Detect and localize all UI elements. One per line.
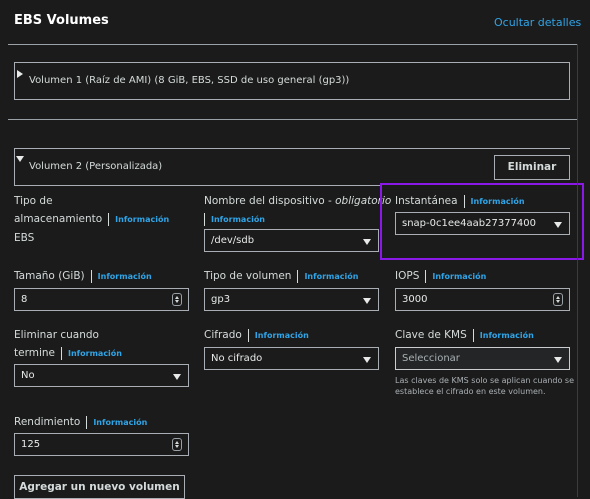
size-label: Tamaño (GiB): [14, 270, 85, 282]
delete-on-termination-select[interactable]: No: [14, 364, 189, 387]
hide-details-link[interactable]: Ocultar detalles: [494, 16, 581, 29]
iops-input[interactable]: 3000: [395, 288, 570, 311]
encrypted-label: Cifrado: [204, 329, 242, 341]
snapshot-select[interactable]: snap-0c1ee4aab27377400: [395, 212, 570, 235]
section-title: EBS Volumes: [14, 13, 109, 28]
storage-type-label-line1: Tipo de: [14, 195, 53, 207]
size-label-group: Tamaño (GiB) Información: [14, 267, 152, 286]
label-separator: [425, 269, 427, 283]
dropdown-caret-icon: [554, 357, 562, 363]
kms-key-hint: Las claves de KMS solo se aplican cuando…: [395, 376, 575, 396]
storage-type-label-line2: almacenamiento: [14, 213, 103, 225]
dropdown-caret-icon: [363, 357, 371, 363]
device-name-label: Nombre del dispositivo -: [204, 195, 336, 207]
volume-2-label: Volumen 2 (Personalizada): [29, 161, 163, 172]
volume-2-bottom-border: [14, 185, 380, 186]
delete-on-termination-label-group: Eliminar cuando termine Información: [14, 326, 194, 363]
label-separator: [204, 212, 205, 226]
dropdown-caret-icon: [363, 298, 371, 304]
caret-right-icon[interactable]: [17, 70, 23, 78]
device-name-value: /dev/sdb: [211, 235, 255, 246]
encrypted-value: No cifrado: [211, 353, 263, 364]
volume-1-panel[interactable]: Volumen 1 (Raíz de AMI) (8 GiB, EBS, SSD…: [14, 62, 570, 100]
dropdown-caret-icon: [554, 222, 562, 228]
encrypted-select[interactable]: No cifrado: [204, 347, 379, 370]
kms-key-info-link[interactable]: Información: [480, 331, 534, 340]
encrypted-label-group: Cifrado Información: [204, 326, 309, 345]
iops-value: 3000: [402, 294, 428, 305]
label-separator: [297, 269, 299, 283]
throughput-label: Rendimiento: [14, 416, 81, 428]
snapshot-label-group: Instantánea Información: [395, 192, 525, 211]
caret-down-icon[interactable]: [16, 156, 24, 162]
delete-on-termination-label-line2: termine: [14, 347, 55, 359]
iops-label-group: IOPS Información: [395, 267, 486, 286]
encrypted-info-link[interactable]: Información: [255, 331, 309, 340]
kms-key-label-group: Clave de KMS Información: [395, 326, 534, 345]
volume-2-top-border: [14, 148, 570, 149]
label-separator: [90, 269, 92, 283]
volume-2-left-border: [14, 148, 15, 186]
dropdown-caret-icon: [363, 239, 371, 245]
storage-type-value: EBS: [14, 232, 35, 244]
label-separator: [86, 415, 88, 429]
volume-type-info-link[interactable]: Información: [304, 272, 358, 281]
volume-1-label: Volumen 1 (Raíz de AMI) (8 GiB, EBS, SSD…: [29, 75, 350, 86]
remove-volume-button[interactable]: Eliminar: [494, 155, 570, 180]
delete-on-termination-label-line1: Eliminar cuando: [14, 329, 99, 341]
device-name-label-group: Nombre del dispositivo - obligatorio Inf…: [204, 192, 391, 229]
storage-type-info-link[interactable]: Información: [115, 215, 169, 224]
snapshot-value: snap-0c1ee4aab27377400: [402, 218, 537, 229]
storage-type-label-group: Tipo de almacenamiento Información: [14, 192, 194, 229]
iops-info-link[interactable]: Información: [432, 272, 486, 281]
label-separator: [472, 328, 474, 342]
label-separator: [108, 212, 110, 226]
label-separator: [60, 346, 62, 360]
kms-key-select[interactable]: Seleccionar: [395, 347, 570, 370]
volume-type-label: Tipo de volumen: [204, 270, 292, 282]
size-input[interactable]: 8: [14, 288, 189, 311]
kms-key-value: Seleccionar: [402, 353, 460, 364]
throughput-input[interactable]: 125: [14, 433, 189, 456]
label-separator: [463, 194, 465, 208]
device-name-select[interactable]: /dev/sdb: [204, 229, 379, 252]
volume-type-select[interactable]: gp3: [204, 288, 379, 311]
throughput-value: 125: [21, 439, 41, 450]
snapshot-info-link[interactable]: Información: [471, 197, 525, 206]
size-value: 8: [21, 294, 28, 305]
stepper-icon[interactable]: [172, 293, 182, 306]
throughput-info-link[interactable]: Información: [93, 418, 147, 427]
volume-type-label-group: Tipo de volumen Información: [204, 267, 358, 286]
label-separator: [247, 328, 249, 342]
device-name-info-link[interactable]: Información: [211, 215, 265, 224]
dropdown-caret-icon: [173, 374, 181, 380]
iops-label: IOPS: [395, 270, 420, 282]
volume-divider: [8, 119, 578, 120]
kms-key-label: Clave de KMS: [395, 329, 467, 341]
stepper-icon[interactable]: [172, 438, 182, 451]
add-volume-button[interactable]: Agregar un nuevo volumen: [14, 475, 185, 499]
stepper-icon[interactable]: [553, 293, 563, 306]
throughput-label-group: Rendimiento Información: [14, 413, 147, 432]
snapshot-label: Instantánea: [395, 195, 458, 207]
header-divider: [8, 44, 578, 45]
scrollbar-track[interactable]: [577, 44, 578, 497]
volume-type-value: gp3: [211, 294, 231, 305]
delete-on-termination-value: No: [21, 370, 35, 381]
size-info-link[interactable]: Información: [98, 272, 152, 281]
delete-on-termination-info-link[interactable]: Información: [68, 349, 122, 358]
